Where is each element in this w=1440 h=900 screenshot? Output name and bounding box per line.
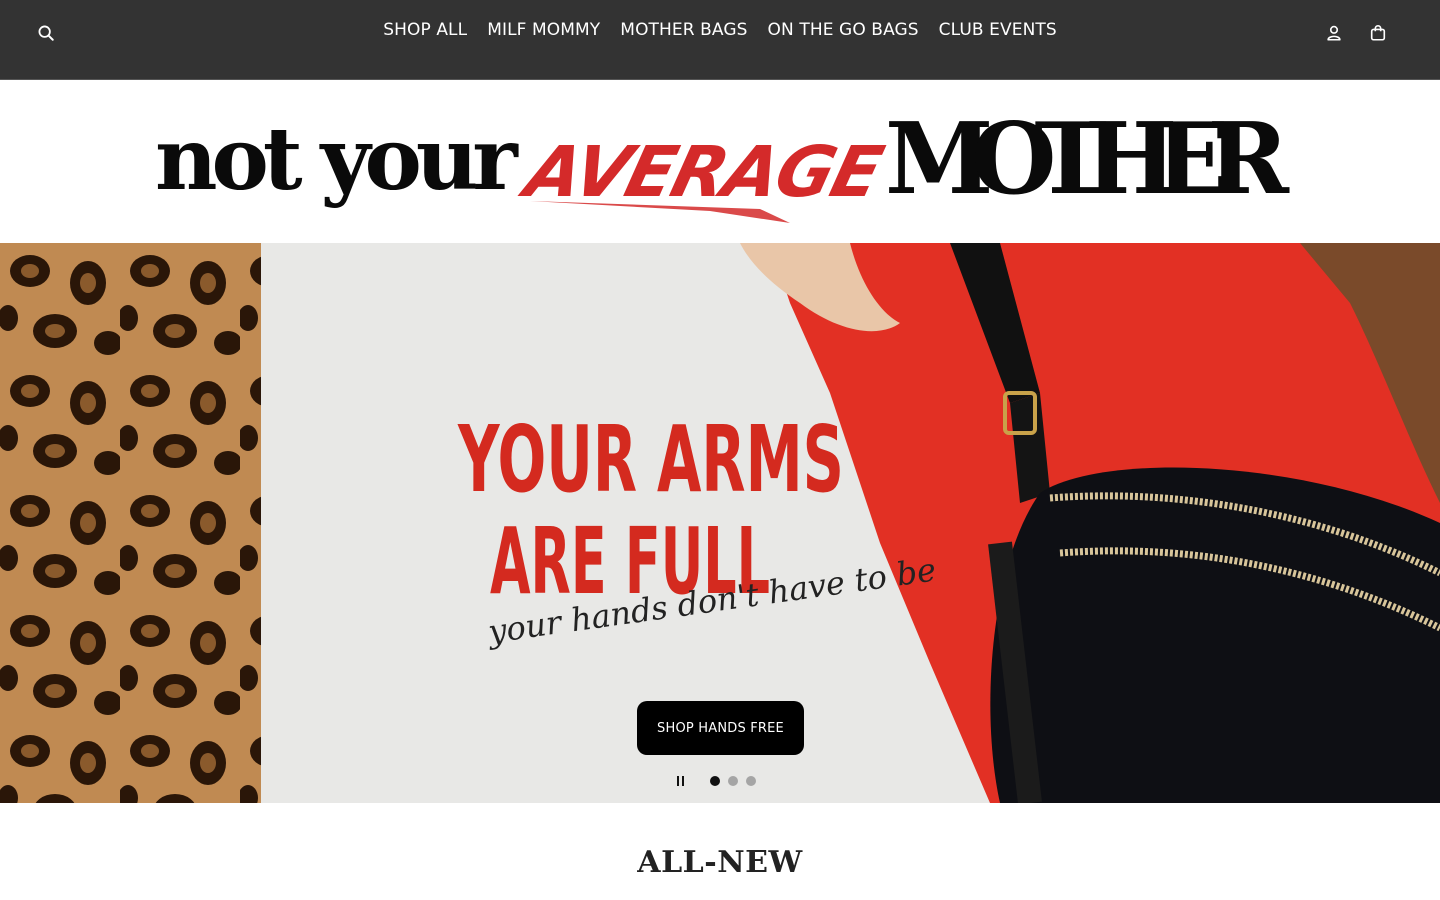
logo-text-not-your: not your <box>155 109 519 210</box>
nav-shop-all[interactable]: SHOP ALL <box>383 20 467 46</box>
top-navigation-bar: SHOP ALL MILF MOMMY MOTHER BAGS ON THE G… <box>0 0 1440 80</box>
section-title-all-new: ALL-NEW <box>637 845 803 880</box>
main-nav: SHOP ALL MILF MOMMY MOTHER BAGS ON THE G… <box>0 20 1440 46</box>
black-belt-bag <box>990 467 1440 803</box>
logo-text-mother: MOTHER <box>885 102 1290 217</box>
nav-milf-mommy[interactable]: MILF MOMMY <box>487 20 600 46</box>
slide-dot-2[interactable] <box>728 776 738 786</box>
hero-headline-line1: YOUR ARMS <box>457 406 844 513</box>
slideshow-controls <box>674 773 756 789</box>
nav-mother-bags[interactable]: MOTHER BAGS <box>620 20 747 46</box>
logo-text-average: AVERAGE <box>513 131 890 213</box>
pause-icon[interactable] <box>674 774 688 788</box>
leopard-print-panel <box>0 243 261 803</box>
account-icon[interactable] <box>1323 22 1345 44</box>
hero-slideshow: YOUR ARMS ARE FULL your hands don't have… <box>0 243 1440 803</box>
nav-club-events[interactable]: CLUB EVENTS <box>939 20 1057 46</box>
slide-dot-3[interactable] <box>746 776 756 786</box>
slide-dot-1[interactable] <box>710 776 720 786</box>
brand-logo-band: not your AVERAGE MOTHER <box>0 81 1440 243</box>
shop-hands-free-button[interactable]: SHOP HANDS FREE <box>637 701 804 755</box>
cart-icon[interactable] <box>1367 22 1389 44</box>
nav-on-the-go-bags[interactable]: ON THE GO BAGS <box>768 20 919 46</box>
brand-logo[interactable]: not your AVERAGE MOTHER <box>150 101 1290 226</box>
